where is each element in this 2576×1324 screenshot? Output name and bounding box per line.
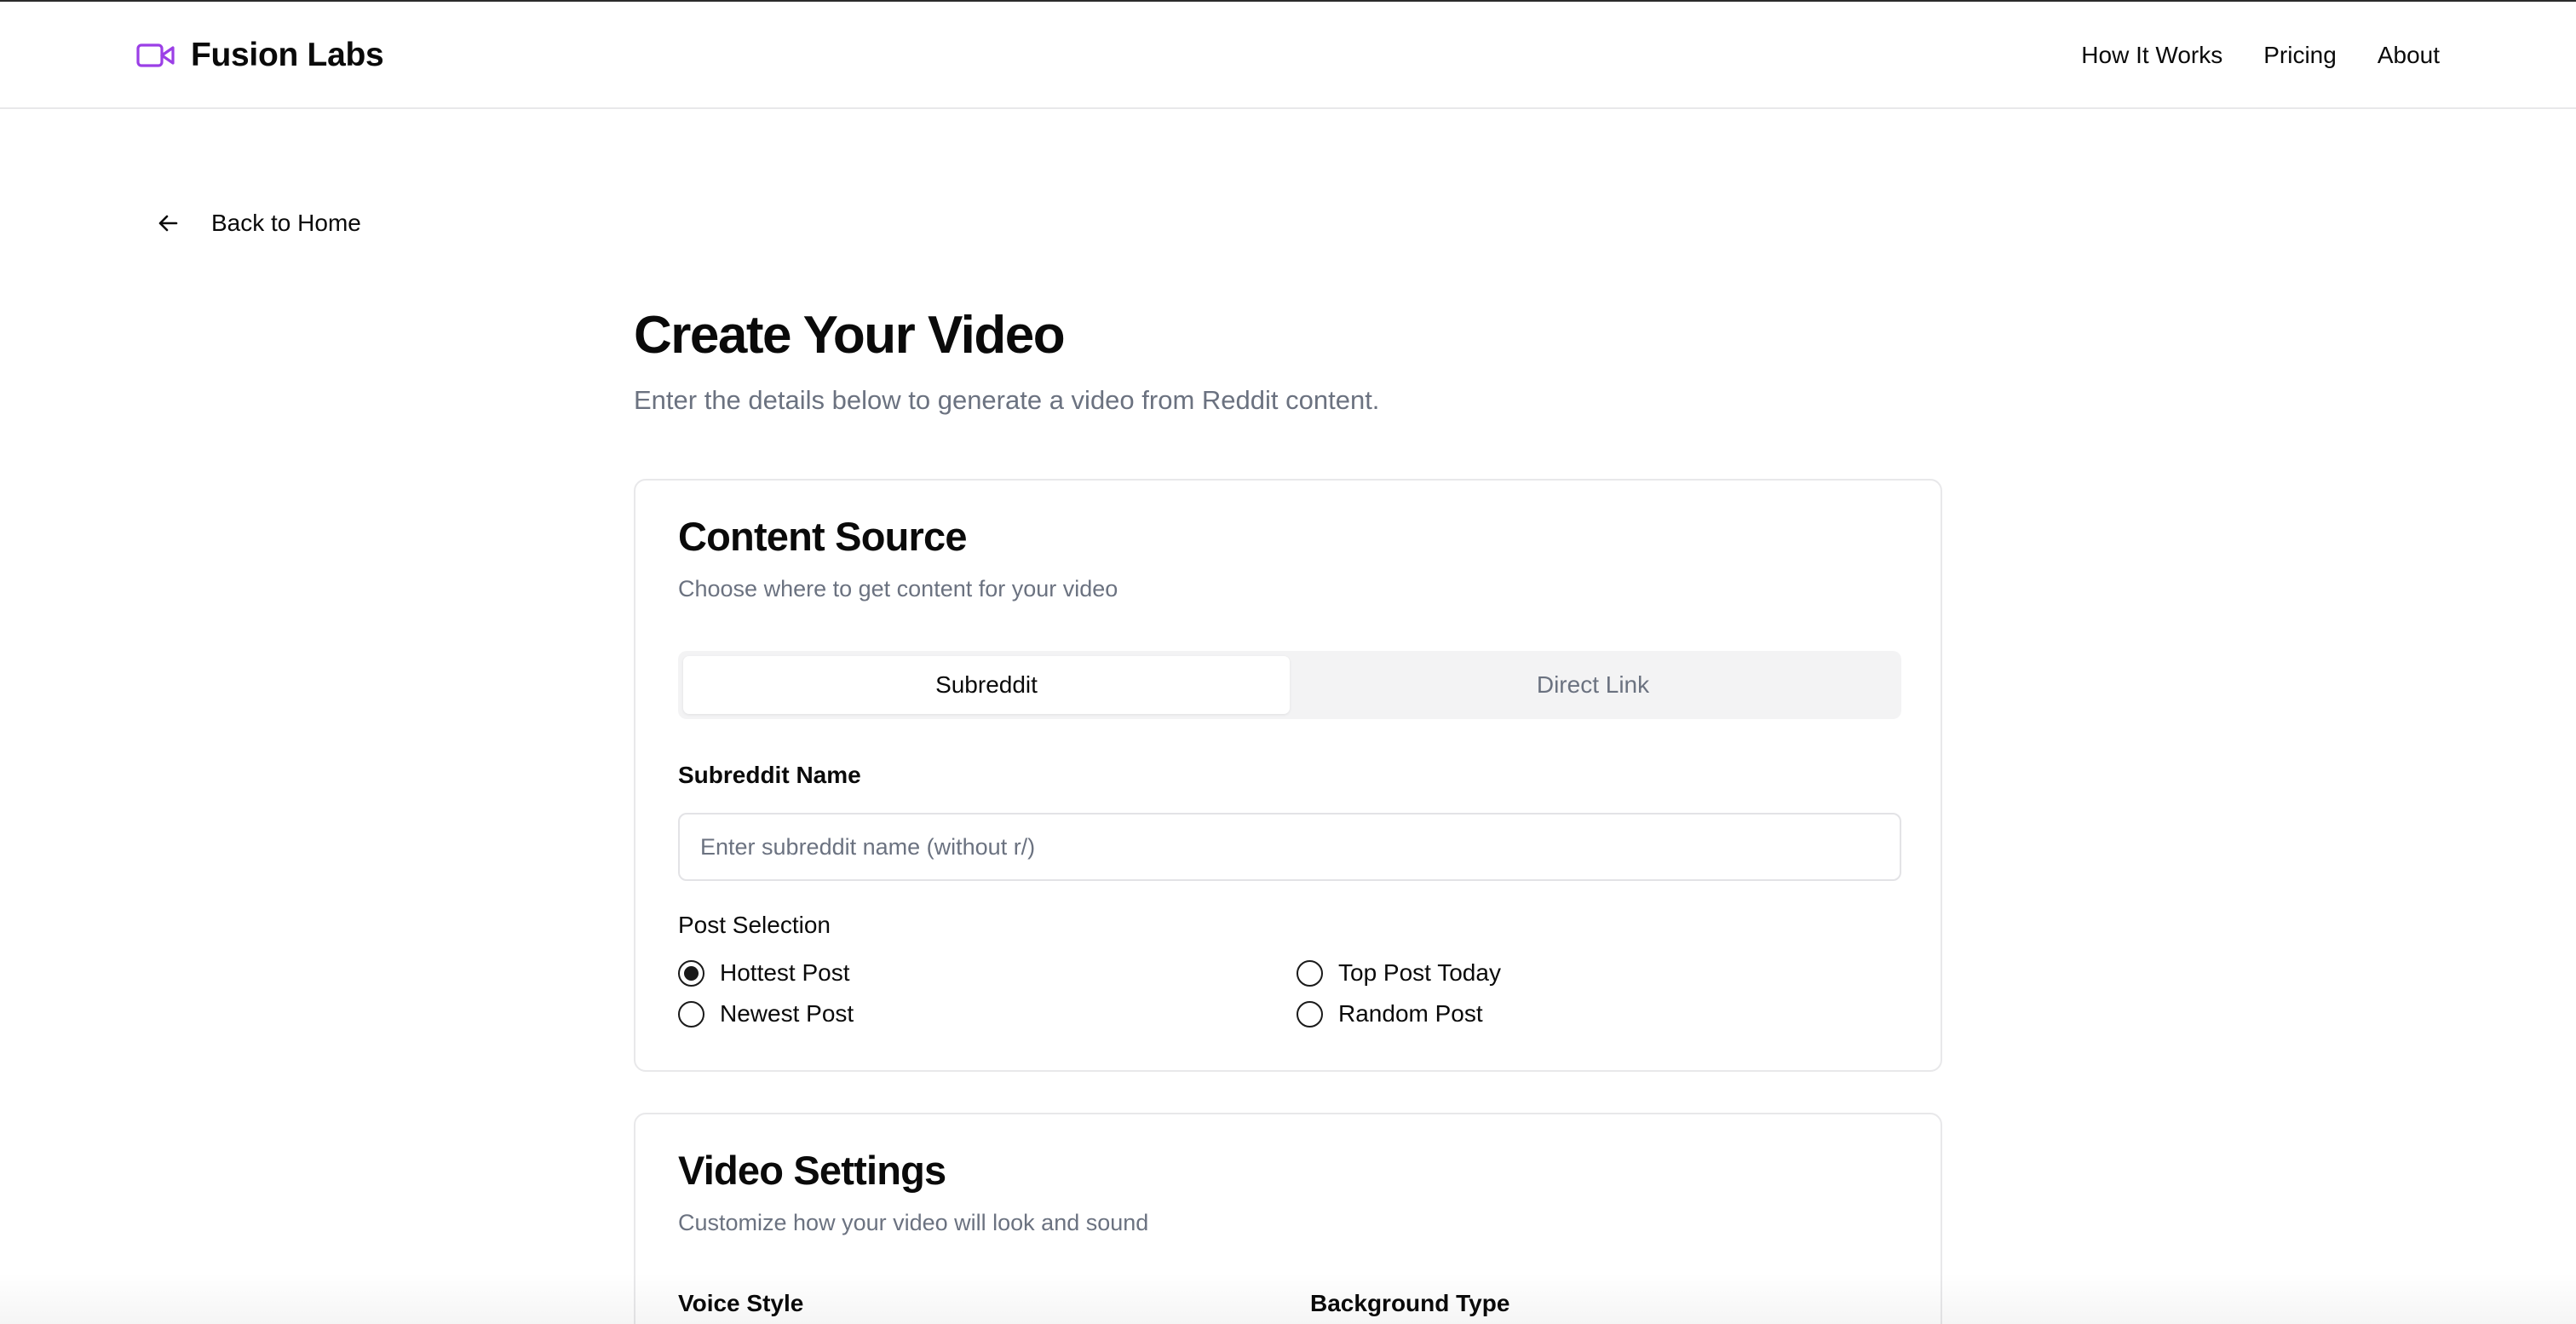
subreddit-name-label: Subreddit Name (678, 762, 861, 788)
card-title: Content Source (678, 514, 968, 559)
content-source-card: Content Source Choose where to get conte… (634, 479, 1942, 1072)
main-nav: How It Works Pricing About (2040, 31, 2440, 80)
nav-pricing[interactable]: Pricing (2263, 42, 2337, 69)
video-camera-icon (136, 43, 175, 67)
radio-button[interactable] (1297, 1000, 1323, 1028)
post-selection-label: Post Selection (678, 912, 831, 938)
tab-direct-link[interactable]: Direct Link (1290, 656, 1896, 714)
radio-newest-post[interactable]: Newest Post (678, 997, 854, 1031)
radio-label: Newest Post (720, 1000, 854, 1027)
tab-subreddit[interactable]: Subreddit (683, 656, 1290, 714)
page-title: Create Your Video (634, 306, 1066, 365)
brand-name: Fusion Labs (191, 37, 384, 73)
radio-label: Top Post Today (1338, 959, 1501, 986)
radio-button-selected[interactable] (678, 959, 704, 987)
radio-button[interactable] (1297, 959, 1323, 987)
radio-dot (684, 965, 699, 981)
radio-top-post-today[interactable]: Top Post Today (1297, 956, 1501, 990)
background-type-label: Background Type (1310, 1290, 1510, 1316)
radio-button[interactable] (678, 1000, 704, 1028)
brand-logo[interactable]: Fusion Labs (136, 31, 384, 80)
radio-label: Hottest Post (720, 959, 850, 986)
radio-hottest-post[interactable]: Hottest Post (678, 956, 850, 990)
arrow-left-icon (158, 215, 178, 232)
voice-style-label: Voice Style (678, 1290, 804, 1316)
back-to-home-link[interactable]: Back to Home (155, 204, 361, 242)
radio-random-post[interactable]: Random Post (1297, 997, 1483, 1031)
page-subtitle: Enter the details below to generate a vi… (634, 385, 1380, 415)
nav-about[interactable]: About (2378, 42, 2440, 69)
card-description: Customize how your video will look and s… (678, 1210, 1149, 1235)
back-link-label: Back to Home (211, 210, 361, 236)
site-header: Fusion Labs How It Works Pricing About (0, 2, 2576, 109)
subreddit-name-input[interactable] (678, 813, 1901, 881)
radio-label: Random Post (1338, 1000, 1483, 1027)
card-description: Choose where to get content for your vid… (678, 576, 1118, 602)
source-tabs: Subreddit Direct Link (678, 651, 1901, 719)
card-title: Video Settings (678, 1148, 946, 1193)
nav-how-it-works[interactable]: How It Works (2081, 42, 2222, 69)
video-settings-card: Video Settings Customize how your video … (634, 1113, 1942, 1324)
